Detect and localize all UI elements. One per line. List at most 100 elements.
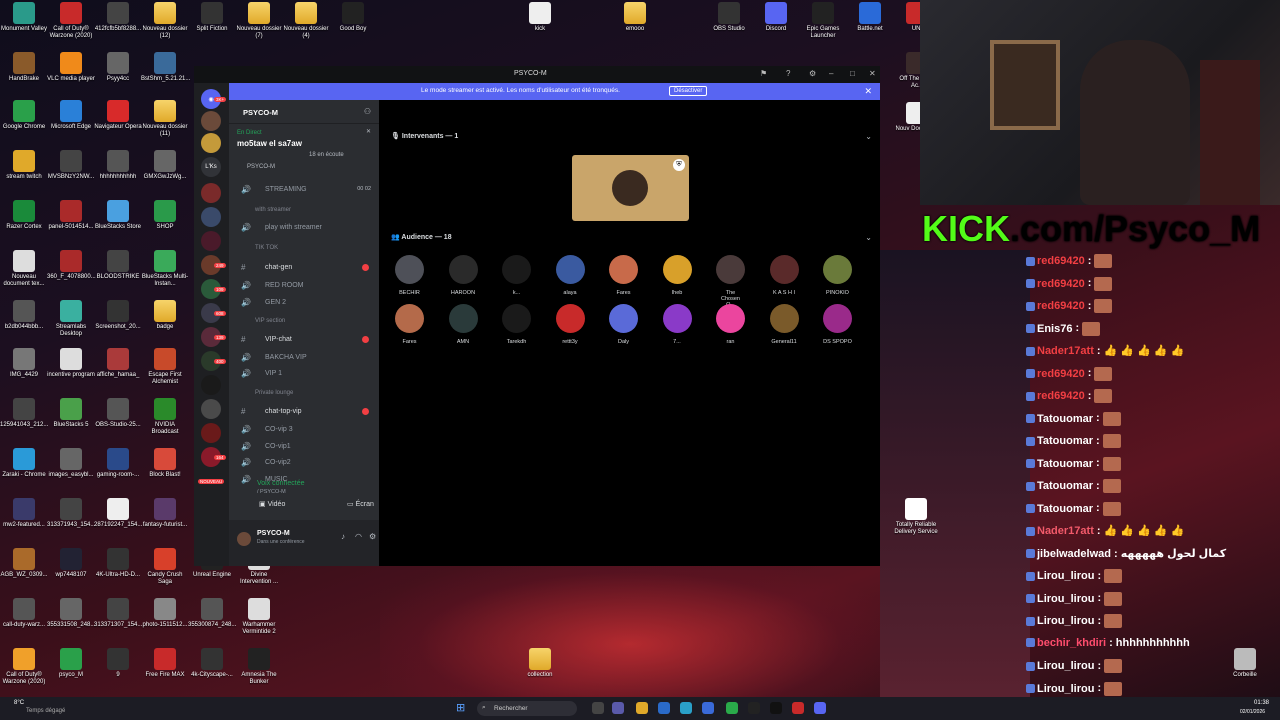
app-icon[interactable] [792,702,804,714]
desktop-icon[interactable]: Streamlabs Desktop [47,300,95,338]
desktop-icon[interactable]: b2db044bbb... [0,300,48,331]
desktop-icon[interactable]: Nouveau document tex... [0,250,48,288]
desktop-icon[interactable]: BlueStacks Store [94,200,142,231]
desktop-icon[interactable]: Amnesia The Bunker [235,648,283,686]
desktop-icon[interactable]: OBS Studio [705,2,753,33]
desktop-icon[interactable]: wp7448107 [47,548,95,579]
desktop-icon[interactable]: Battle.net [846,2,894,33]
desktop-icon[interactable]: Warhammer Vermintide 2 [235,598,283,636]
desktop-icon[interactable]: MVSBNzY2NW... [47,150,95,181]
desktop-icon[interactable]: 313371943_154... [47,498,95,529]
help-icon[interactable]: ? [786,69,790,78]
desktop-icon[interactable]: collection [516,648,564,679]
desktop-icon[interactable]: 125941043_212... [0,398,48,429]
desktop-icon[interactable]: SHOP [141,200,189,231]
channel-category[interactable]: Private lounge [235,390,375,396]
mic-icon[interactable]: ♪ [341,532,345,541]
teams-icon[interactable] [612,702,624,714]
desktop-icon[interactable]: Monument Valley [0,2,48,33]
app-icon[interactable] [702,702,714,714]
desktop-icon[interactable]: incentive program [47,348,95,379]
voice-channel[interactable]: 🔊 MUSIC [235,472,375,487]
desktop-icon[interactable]: Escape First Alchemist [141,348,189,386]
text-channel[interactable]: # chat-gen [235,260,375,275]
desktop-icon[interactable]: call-duty-warz... [0,598,48,629]
desktop-icon[interactable]: kick [516,2,564,33]
audience-member[interactable]: PINOKIO [823,255,852,296]
desktop-icon[interactable]: 287192247_154... [94,498,142,529]
desktop-icon[interactable]: mw2-featured... [0,498,48,529]
desktop-icon[interactable]: 4k-Cityscape-... [188,648,236,679]
desktop-icon[interactable]: AGB_WZ_0309... [0,548,48,579]
audience-member[interactable]: BECHIR [395,255,424,296]
chrome-icon[interactable] [726,702,738,714]
server-icon[interactable] [201,423,221,443]
voice-channel[interactable]: 🔊 RED ROOM [235,278,375,293]
audience-member[interactable]: K A S H I [769,255,799,296]
close-button[interactable]: ✕ [869,69,876,78]
desktop-icon[interactable]: Nouveau dossier (7) [235,2,283,40]
desktop-icon[interactable]: Microsoft Edge [47,100,95,131]
desktop-icon[interactable]: affiche_hamaa_ [94,348,142,379]
desktop-icon[interactable]: Razer Cortex [0,200,48,231]
search-box[interactable]: ⌕ Rechercher [477,701,577,716]
desktop-icon[interactable]: badge [141,300,189,331]
taskview-icon[interactable] [592,702,604,714]
desktop-icon[interactable]: Candy Crush Saga [141,548,189,586]
headset-icon[interactable]: ◠ [355,532,362,541]
disable-streamer-button[interactable]: Désactiver [669,86,708,96]
chevron-down-icon[interactable]: ⌄ [865,233,872,242]
clock-time[interactable]: 01:38 [1254,700,1269,706]
server-icon[interactable] [201,183,221,203]
inbox-icon[interactable]: ⚑ [760,69,767,78]
desktop-icon[interactable]: VLC media player [47,52,95,83]
gear-icon[interactable]: ⚙ [369,532,376,541]
desktop-icon[interactable]: images_easybl... [47,448,95,479]
desktop-icon[interactable]: 313371307_154... [94,598,142,629]
desktop-icon[interactable]: photo-1511512... [141,598,189,629]
desktop-icon[interactable]: Discord [752,2,800,33]
channel-category[interactable]: TIK TOK [235,245,375,251]
obs-icon[interactable] [748,702,760,714]
desktop-icon[interactable]: Nouveau dossier (4) [282,2,330,40]
desktop-icon[interactable]: 355300874_248... [188,598,236,629]
server-icon[interactable] [201,133,221,153]
app-icon[interactable] [658,702,670,714]
desktop-icon[interactable]: BlueStacks Multi-Instan... [141,250,189,288]
desktop-icon[interactable]: Free Fire MAX [141,648,189,679]
desktop-icon[interactable]: BstShm_5.21.21... [141,52,190,83]
edge-icon[interactable] [680,702,692,714]
close-banner-icon[interactable]: ✕ [864,86,872,97]
desktop-icon[interactable]: Google Chrome [0,100,48,131]
voice-channel[interactable]: 🔊 GEN 2 [235,295,375,310]
desktop-icon[interactable]: emooo [611,2,659,33]
desktop-icon[interactable]: BLOODSTRIKE [94,250,142,281]
add-member-icon[interactable]: ⚇ [364,107,371,116]
audience-member[interactable]: Iheb [662,255,692,296]
desktop-icon[interactable]: HandBrake [0,52,48,83]
audience-member[interactable]: General11 [769,304,799,345]
server-header[interactable]: PSYCO-M ⚇ [229,100,379,124]
desktop-icon[interactable]: IMG_4429 [0,348,48,379]
avatar[interactable] [237,532,251,546]
desktop-icon[interactable]: panel-5014514... [47,200,95,231]
gear-icon[interactable]: ⚙ [809,69,816,78]
desktop-icon[interactable]: 360_F_4078800... [47,250,96,281]
audience-member[interactable]: 7... [662,304,692,345]
voice-channel[interactable]: 🔊 play with streamer [235,220,375,235]
discord-icon[interactable] [814,702,826,714]
live-stage-card[interactable]: En Direct mo5taw el sa7aw 18 en écoute P… [229,124,379,182]
server-icon[interactable]: L'Ks [201,157,221,177]
desktop-icon[interactable]: Nouveau dossier (12) [141,2,189,40]
weather-temp[interactable]: 8°C [14,700,24,706]
audience-member[interactable]: The Chosen O... [716,255,745,308]
channel-category[interactable]: VIP section [235,318,375,324]
desktop-icon[interactable]: fantasy-futurist... [141,498,189,529]
desktop-icon[interactable]: 412fcfb5bf8288... [94,2,142,33]
audience-member[interactable]: AMN [448,304,478,345]
desktop-icon[interactable]: NVIDIA Broadcast [141,398,189,436]
audience-member[interactable]: k... [502,255,531,296]
desktop-icon[interactable]: stream twitch [0,150,48,181]
desktop-icon[interactable]: Navigateur Opera [94,100,142,131]
channel-category[interactable]: with streamer [235,207,375,213]
